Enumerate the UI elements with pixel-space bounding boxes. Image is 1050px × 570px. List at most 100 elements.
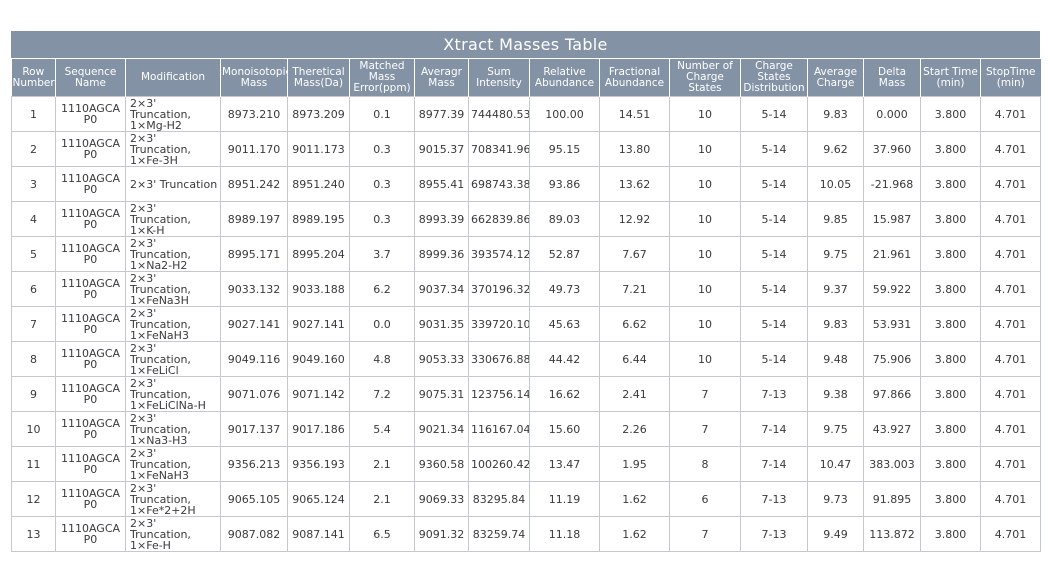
- table-cell: 662839.86: [468, 201, 530, 237]
- table-cell: 9.62: [807, 131, 864, 167]
- table-cell: 21.961: [863, 236, 921, 272]
- cell-line: P0: [83, 358, 98, 371]
- column-header-line: Sequence: [64, 65, 117, 78]
- table-cell: 7: [669, 411, 741, 447]
- table-cell: 8999.36: [414, 236, 469, 272]
- table-cell: 8989.195: [287, 201, 350, 237]
- table-cell: 113.872: [863, 516, 921, 552]
- column-header-line: Relative: [543, 65, 586, 78]
- table-row: 1 1110AGCA P0 2×3' Truncation, 1×Mg-H2 8973.2…: [11, 96, 1041, 132]
- table-cell: 95.15: [529, 131, 600, 167]
- column-header: Average Charge: [807, 59, 864, 97]
- table-body: 1 1110AGCA P0 2×3' Truncation, 1×Mg-H2 8973.2…: [11, 96, 1041, 552]
- table-cell: 9.75: [807, 411, 864, 447]
- table-cell: 4.701: [980, 376, 1041, 412]
- table-cell: 5-14: [740, 166, 808, 202]
- table-cell: 11: [11, 446, 56, 482]
- modification-cell: 2×3' Truncation, 1×FeNaH3: [125, 306, 221, 342]
- column-header-line: Average: [813, 65, 858, 78]
- table-cell: 8995.171: [220, 236, 288, 272]
- table-cell: 4.701: [980, 96, 1041, 132]
- table-cell: 8: [669, 446, 741, 482]
- column-header-line: Delta Mass: [877, 65, 906, 89]
- table-cell: 5: [11, 236, 56, 272]
- column-header-line: Start Time: [923, 65, 978, 78]
- table-cell: 9037.34: [414, 271, 469, 307]
- cell-line: 1×Na2-H2: [130, 258, 188, 272]
- column-header-line: Mass(Da): [293, 76, 344, 89]
- table-cell: 10: [669, 131, 741, 167]
- table-cell: 4.701: [980, 306, 1041, 342]
- cell-line: 1×Fe*2+2H: [130, 503, 196, 517]
- cell-line: 1×FeLiClNa-H: [130, 398, 206, 412]
- table-cell: 5-14: [740, 236, 808, 272]
- sequence-name-cell: 1110AGCA P0: [55, 306, 126, 342]
- table-cell: 9.38: [807, 376, 864, 412]
- table-cell: 3.800: [920, 446, 981, 482]
- table-cell: 8951.242: [220, 166, 288, 202]
- cell-line: 2×3' Truncation,: [130, 306, 191, 331]
- table-cell: 6.2: [349, 271, 415, 307]
- sequence-name-cell: 1110AGCA P0: [55, 446, 126, 482]
- column-header-line: Sum: [487, 65, 511, 78]
- modification-cell: 2×3' Truncation, 1×Fe*2+2H: [125, 481, 221, 517]
- table-cell: 5.4: [349, 411, 415, 447]
- table-cell: 3.7: [349, 236, 415, 272]
- table-cell: 5-14: [740, 131, 808, 167]
- column-header: Modification: [125, 59, 221, 97]
- table-cell: 15.60: [529, 411, 600, 447]
- table-cell: 10: [669, 201, 741, 237]
- table-cell: 4.701: [980, 516, 1041, 552]
- column-header-line: Charge: [816, 76, 855, 89]
- cell-line: 1×FeNaH3: [130, 468, 189, 482]
- sequence-name-cell: 1110AGCA P0: [55, 236, 126, 272]
- modification-cell: 2×3' Truncation, 1×K-H: [125, 201, 221, 237]
- table-cell: 9033.188: [287, 271, 350, 307]
- cell-line: 2×3' Truncation: [130, 177, 218, 191]
- table-cell: 2.26: [599, 411, 670, 447]
- cell-line: 1×Fe-3H: [130, 153, 178, 167]
- table-cell: 10: [669, 96, 741, 132]
- table-cell: 4.701: [980, 236, 1041, 272]
- column-header-line: Matched Mass: [359, 60, 405, 83]
- table-cell: 3.800: [920, 481, 981, 517]
- table-cell: 7: [669, 516, 741, 552]
- sequence-name-cell: 1110AGCA P0: [55, 481, 126, 517]
- modification-cell: 2×3' Truncation, 1×FeNa3H: [125, 271, 221, 307]
- cell-line: 2×3' Truncation,: [130, 411, 191, 436]
- table-cell: 6: [669, 481, 741, 517]
- table-cell: 0.3: [349, 166, 415, 202]
- column-header-line: Fractional: [608, 65, 661, 78]
- table-cell: 6.62: [599, 306, 670, 342]
- table-cell: 10: [669, 236, 741, 272]
- table-cell: 2.1: [349, 481, 415, 517]
- table-cell: 2.1: [349, 446, 415, 482]
- column-header-line: (min): [936, 76, 965, 89]
- cell-line: P0: [83, 428, 98, 441]
- table-cell: 9049.116: [220, 341, 288, 377]
- column-header: Theretical Mass(Da): [287, 59, 350, 97]
- table-cell: 53.931: [863, 306, 921, 342]
- cell-line: 1×Mg-H2: [130, 118, 182, 132]
- table-cell: 7: [11, 306, 56, 342]
- cell-line: P0: [83, 253, 98, 266]
- table-row: 8 1110AGCA P0 2×3' Truncation, 1×FeLiCl 9049.…: [11, 341, 1041, 377]
- table-cell: 370196.32: [468, 271, 530, 307]
- sequence-name-cell: 1110AGCA P0: [55, 271, 126, 307]
- table-cell: 0.000: [863, 96, 921, 132]
- table-cell: 37.960: [863, 131, 921, 167]
- table-cell: 6.5: [349, 516, 415, 552]
- table-cell: 2.41: [599, 376, 670, 412]
- table-row: 11 1110AGCA P0 2×3' Truncation, 1×FeNaH3 9356…: [11, 446, 1041, 482]
- table-cell: 5-14: [740, 96, 808, 132]
- table-cell: 16.62: [529, 376, 600, 412]
- column-header: Relative Abundance: [529, 59, 600, 97]
- cell-line: 2×3' Truncation,: [130, 236, 191, 261]
- table-cell: 83259.74: [468, 516, 530, 552]
- table-row: 9 1110AGCA P0 2×3' Truncation, 1×FeLiClNa-H 9…: [11, 376, 1041, 412]
- cell-line: 2×3' Truncation,: [130, 516, 191, 541]
- table-cell: 3.800: [920, 96, 981, 132]
- table-cell: 383.003: [863, 446, 921, 482]
- table-title: Xtract Masses Table: [11, 31, 1040, 59]
- cell-line: P0: [83, 463, 98, 476]
